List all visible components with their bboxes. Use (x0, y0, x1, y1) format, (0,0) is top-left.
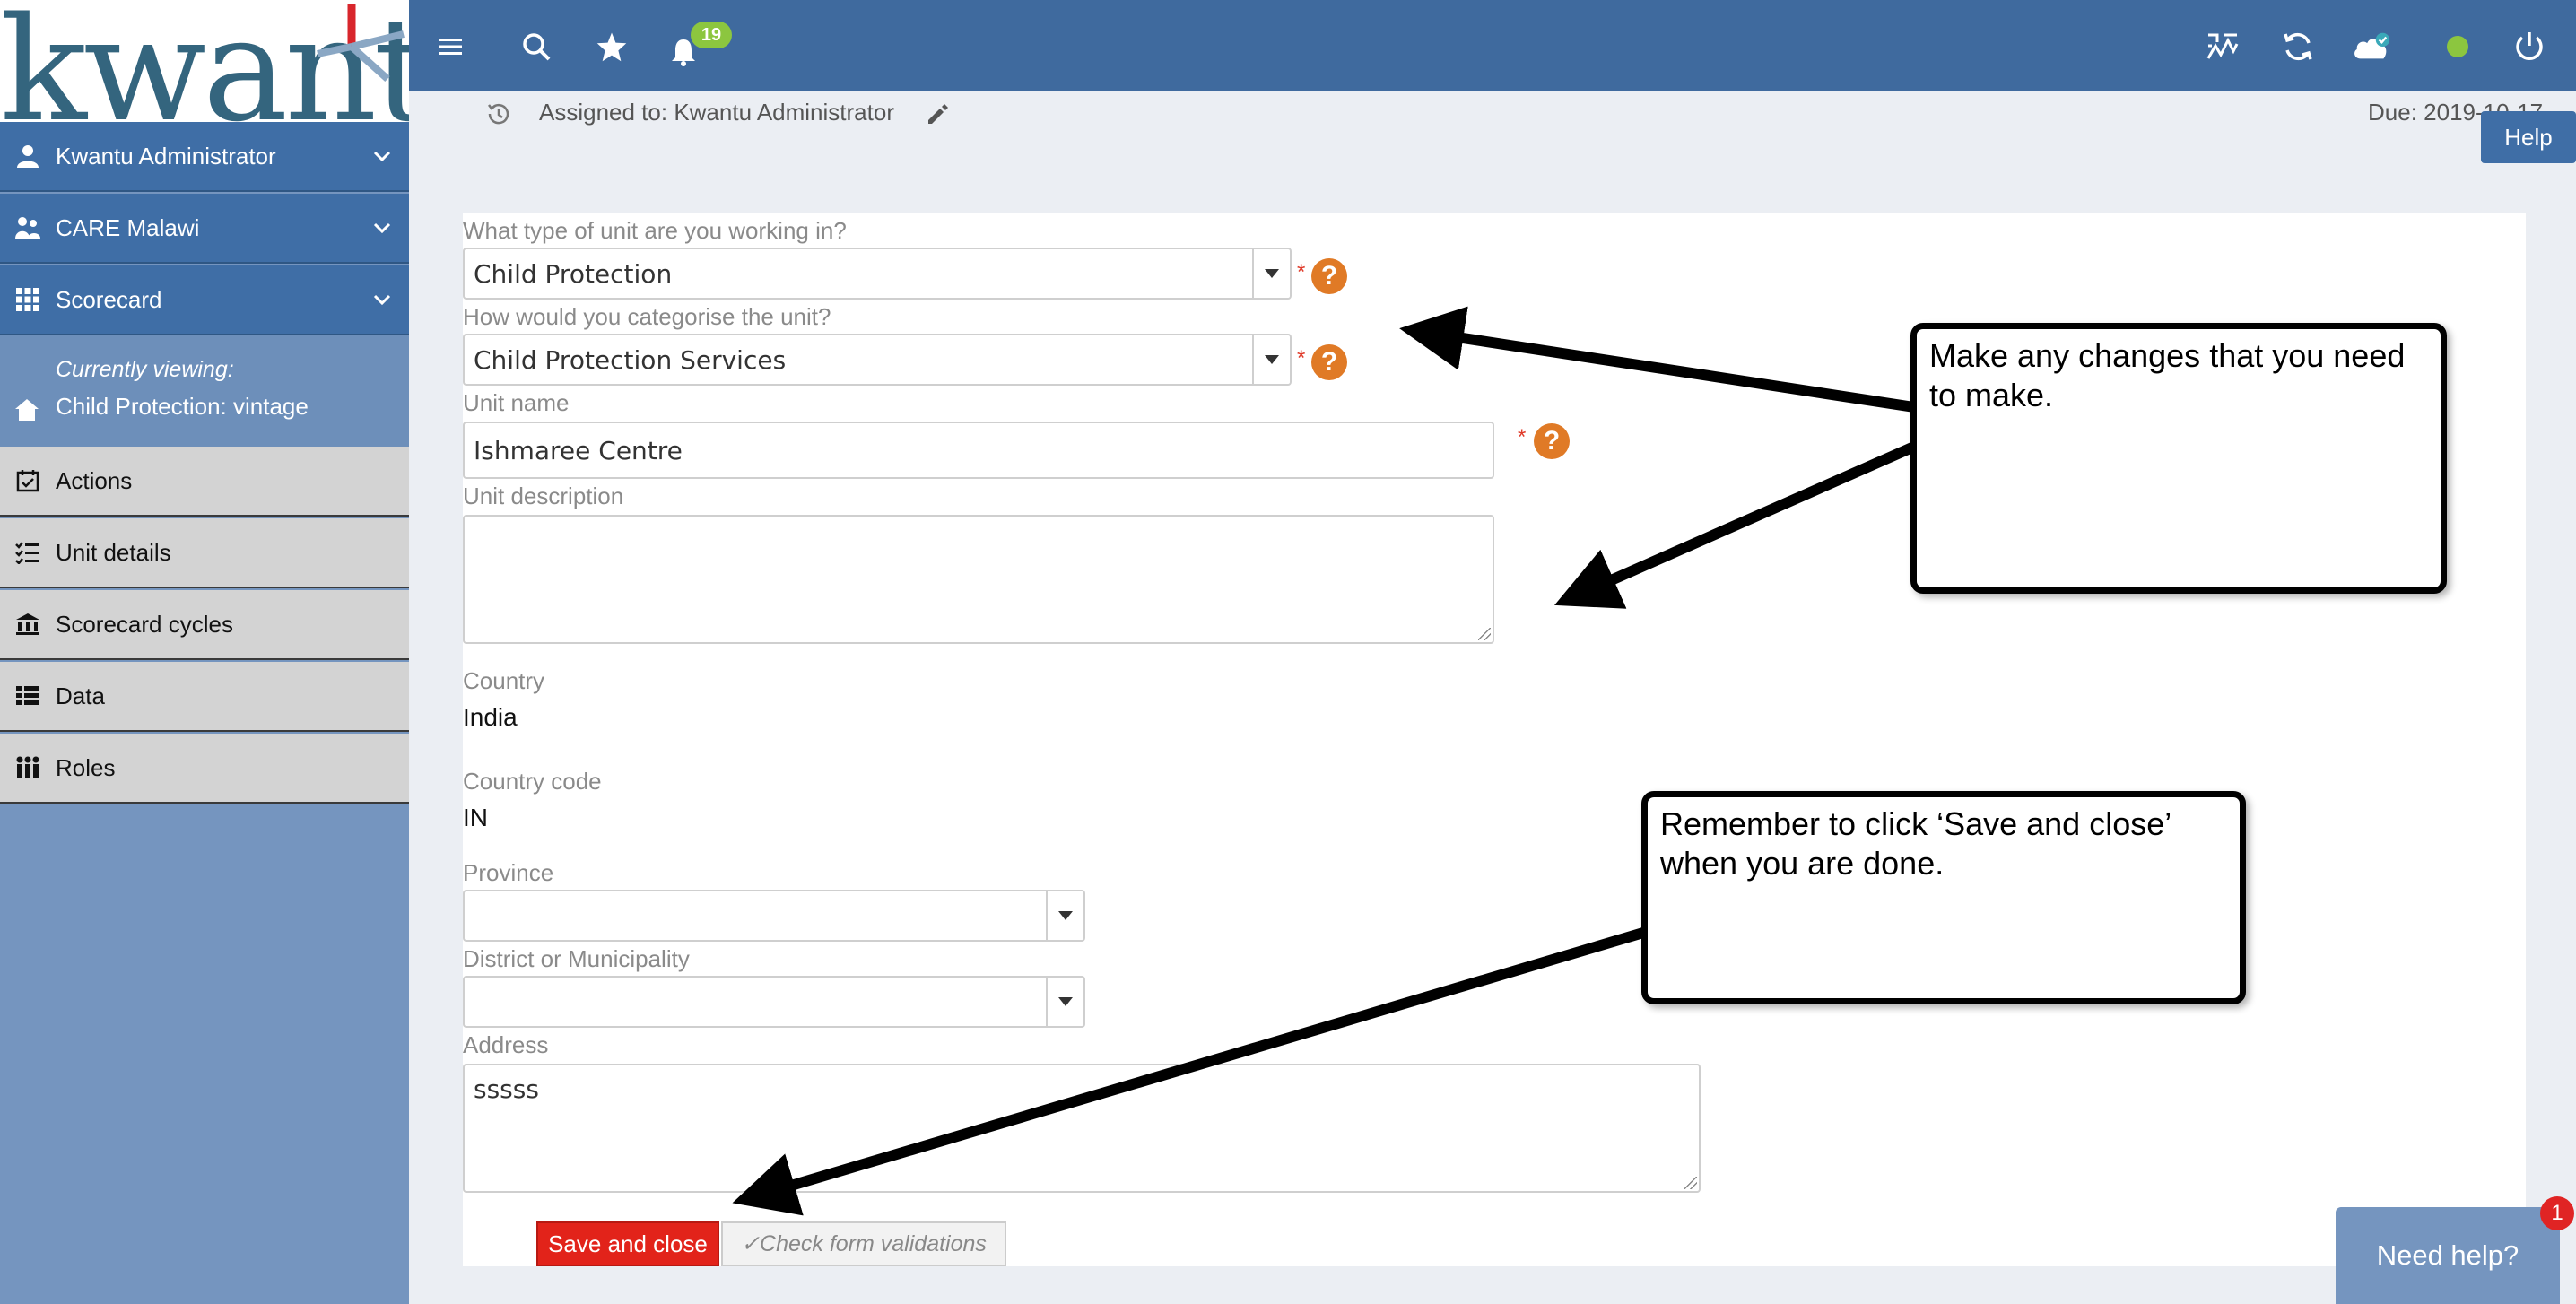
unit-type-value: Child Protection (474, 258, 673, 289)
sidebar-item-unit-details[interactable]: Unit details (0, 518, 409, 588)
chevron-down-icon[interactable] (1252, 335, 1290, 384)
sync-icon[interactable] (2278, 27, 2318, 66)
help-button[interactable]: Help (2481, 111, 2576, 163)
unit-description-label: Unit description (463, 482, 624, 509)
grid-icon (0, 287, 56, 312)
sidebar-item-label: Unit details (56, 538, 171, 566)
check-validations-button[interactable]: ✓Check form validations (721, 1221, 1006, 1266)
sidebar-app-label: Scorecard (56, 285, 162, 313)
home-icon (14, 398, 39, 426)
sidebar-item-roles[interactable]: Roles (0, 734, 409, 804)
cloud-check-icon[interactable] (2352, 27, 2391, 66)
people-icon (0, 755, 56, 780)
menu-icon[interactable] (431, 27, 470, 66)
country-code-label: Country code (463, 768, 602, 795)
sidebar-user[interactable]: Kwantu Administrator (0, 122, 409, 192)
unit-name-label: Unit name (463, 389, 570, 416)
org-icon (0, 215, 56, 240)
history-icon (484, 100, 511, 132)
list-check-icon (0, 541, 56, 564)
unit-name-value: Ishmaree Centre (474, 436, 683, 465)
sidebar-org-label: CARE Malawi (56, 213, 200, 241)
sidebar-item-label: Actions (56, 466, 133, 494)
resize-handle[interactable] (1684, 1177, 1697, 1189)
unit-name-input[interactable]: Ishmaree Centre (463, 422, 1494, 479)
help-question-icon[interactable]: ? (1311, 258, 1347, 294)
assigned-to: Assigned to: Kwantu Administrator (539, 99, 894, 126)
callout-make-changes-text: Make any changes that you need to make. (1929, 337, 2406, 413)
power-icon[interactable] (2510, 27, 2549, 66)
country-label: Country (463, 667, 545, 694)
chevron-down-icon (355, 293, 409, 306)
district-label: District or Municipality (463, 945, 690, 972)
need-help-badge: 1 (2540, 1196, 2574, 1230)
logo: kwantu (0, 0, 520, 142)
chevron-down-icon[interactable] (1252, 249, 1290, 298)
edit-icon[interactable] (926, 102, 949, 130)
star-icon[interactable] (592, 27, 631, 66)
address-textarea[interactable]: sssss (463, 1064, 1701, 1193)
currently-viewing-title: Currently viewing: (56, 357, 234, 382)
unit-category-label: How would you categorise the unit? (463, 303, 831, 330)
sidebar-org[interactable]: CARE Malawi (0, 194, 409, 264)
resize-handle[interactable] (1478, 628, 1491, 640)
address-label: Address (463, 1031, 549, 1058)
required-marker: * (1297, 260, 1306, 284)
user-icon (0, 143, 56, 169)
building-icon (0, 613, 56, 636)
currently-viewing-name: Child Protection: vintage (56, 393, 309, 420)
address-value: sssss (474, 1074, 539, 1104)
help-question-icon[interactable]: ? (1311, 344, 1347, 380)
status-online-icon (2438, 27, 2477, 66)
sidebar-item-label: Roles (56, 753, 116, 781)
chevron-down-icon (355, 150, 409, 162)
dashboard-icon[interactable] (2203, 27, 2242, 66)
sidebar-item-label: Data (56, 682, 105, 709)
sidebar-item-label: Scorecard cycles (56, 610, 233, 638)
callout-save-reminder-text: Remember to click ‘Save and close’ when … (1660, 805, 2171, 882)
unit-category-value: Child Protection Services (474, 344, 787, 375)
sidebar-app[interactable]: Scorecard (0, 265, 409, 335)
callout-make-changes: Make any changes that you need to make. (1910, 323, 2447, 594)
sidebar-user-label: Kwantu Administrator (56, 142, 276, 170)
chevron-down-icon[interactable] (1046, 891, 1083, 940)
required-marker: * (1518, 425, 1527, 449)
notification-badge: 19 (691, 22, 732, 48)
currently-viewing: Currently viewing: Child Protection: vin… (0, 335, 409, 447)
sidebar-item-actions[interactable]: Actions (0, 447, 409, 517)
sidebar-item-scorecard-cycles[interactable]: Scorecard cycles (0, 590, 409, 660)
country-value: India (463, 703, 518, 731)
unit-description-textarea[interactable] (463, 515, 1494, 644)
callout-save-reminder: Remember to click ‘Save and close’ when … (1641, 791, 2246, 1004)
required-marker: * (1297, 346, 1306, 370)
calendar-check-icon (0, 469, 56, 492)
chevron-down-icon (355, 222, 409, 234)
unit-type-select[interactable]: Child Protection (463, 248, 1292, 300)
unit-type-label: What type of unit are you working in? (463, 217, 847, 244)
chevron-down-icon[interactable] (1046, 978, 1083, 1026)
province-label: Province (463, 859, 554, 886)
need-help-button[interactable]: Need help? (2336, 1207, 2560, 1304)
district-select[interactable] (463, 976, 1085, 1028)
save-and-close-button[interactable]: Save and close (536, 1221, 719, 1266)
search-icon[interactable] (517, 27, 556, 66)
unit-category-select[interactable]: Child Protection Services (463, 334, 1292, 386)
logo-mark-icon (317, 4, 405, 82)
sidebar-item-data[interactable]: Data (0, 662, 409, 732)
help-question-icon[interactable]: ? (1534, 423, 1570, 459)
top-bar (409, 0, 2576, 91)
province-select[interactable] (463, 890, 1085, 942)
country-code-value: IN (463, 804, 488, 831)
list-icon (0, 684, 56, 708)
